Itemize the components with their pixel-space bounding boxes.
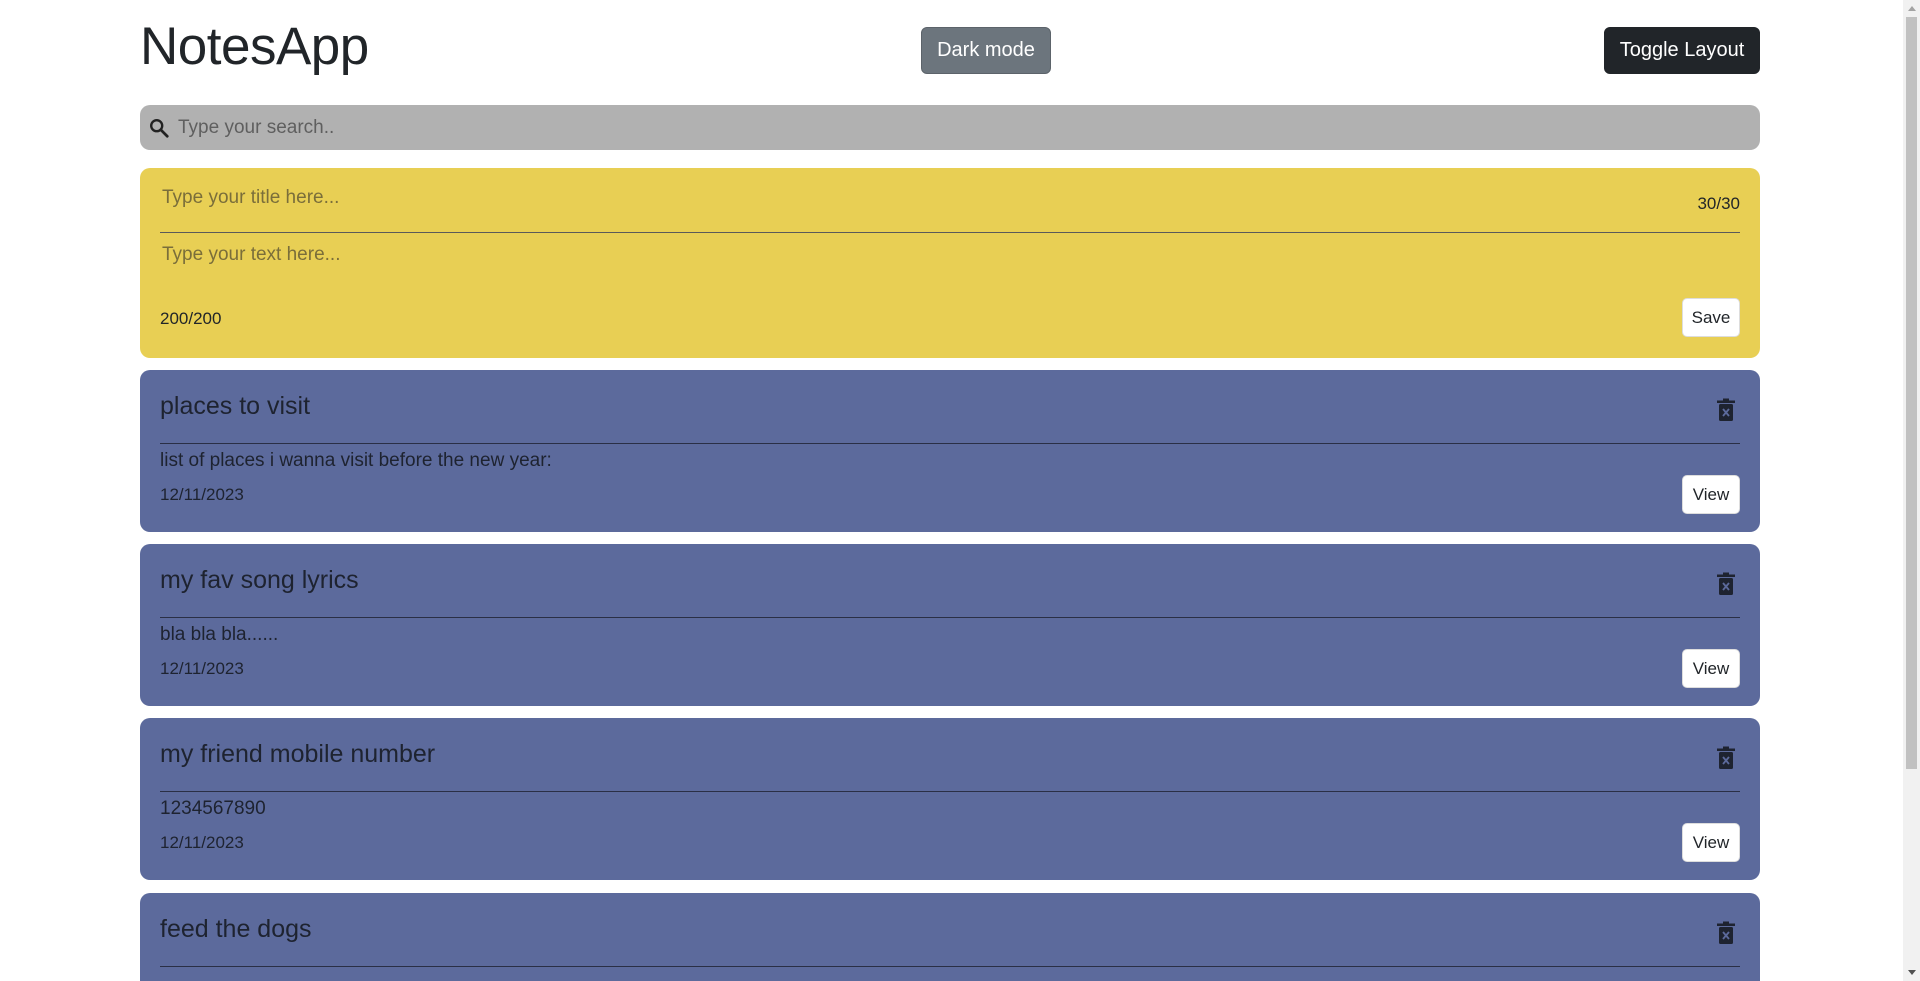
save-button[interactable]: Save — [1682, 298, 1740, 337]
trash-icon[interactable] — [1716, 398, 1736, 422]
note-title: my friend mobile number — [160, 740, 436, 768]
note-card: feed the dogs — [140, 893, 1760, 981]
note-date: 12/11/2023 — [160, 833, 244, 852]
app-container: NotesApp Dark mode Toggle Layout 30/30 2… — [140, 0, 1760, 981]
header: NotesApp Dark mode Toggle Layout — [140, 0, 1760, 104]
trash-icon[interactable] — [1716, 572, 1736, 596]
dark-mode-button[interactable]: Dark mode — [921, 27, 1051, 74]
note-text: bla bla bla...... — [160, 624, 279, 645]
vertical-scrollbar[interactable] — [1903, 0, 1920, 981]
trash-icon[interactable] — [1716, 921, 1736, 945]
search-icon — [150, 118, 169, 138]
new-note-card: 30/30 200/200 Save — [140, 168, 1760, 358]
note-title: places to visit — [160, 392, 311, 420]
divider — [160, 232, 1740, 233]
search-bar — [140, 105, 1760, 150]
note-title: feed the dogs — [160, 915, 312, 943]
view-button[interactable]: View — [1682, 475, 1740, 514]
note-card: places to visit list of places i wanna v… — [140, 370, 1760, 532]
note-title: my fav song lyrics — [160, 566, 359, 594]
note-date: 12/11/2023 — [160, 659, 244, 678]
divider — [160, 966, 1740, 967]
trash-icon[interactable] — [1716, 746, 1736, 770]
divider — [160, 617, 1740, 618]
note-title-input[interactable] — [160, 186, 1464, 210]
search-input[interactable] — [176, 115, 1740, 140]
divider — [160, 791, 1740, 792]
note-date: 12/11/2023 — [160, 485, 244, 504]
scroll-up-arrow-icon[interactable] — [1908, 6, 1916, 11]
scrollbar-thumb[interactable] — [1906, 17, 1917, 769]
note-text-input[interactable] — [160, 242, 1564, 296]
view-button[interactable]: View — [1682, 823, 1740, 862]
note-card: my friend mobile number 1234567890 12/11… — [140, 718, 1760, 880]
text-char-counter: 200/200 — [160, 309, 222, 328]
view-button[interactable]: View — [1682, 649, 1740, 688]
note-text: 1234567890 — [160, 798, 266, 819]
note-card: my fav song lyrics bla bla bla...... 12/… — [140, 544, 1760, 706]
divider — [160, 443, 1740, 444]
title-char-counter: 30/30 — [1697, 194, 1740, 213]
toggle-layout-button[interactable]: Toggle Layout — [1604, 27, 1760, 74]
scroll-down-arrow-icon[interactable] — [1908, 970, 1916, 975]
note-text: list of places i wanna visit before the … — [160, 450, 552, 471]
app-title: NotesApp — [140, 17, 369, 76]
